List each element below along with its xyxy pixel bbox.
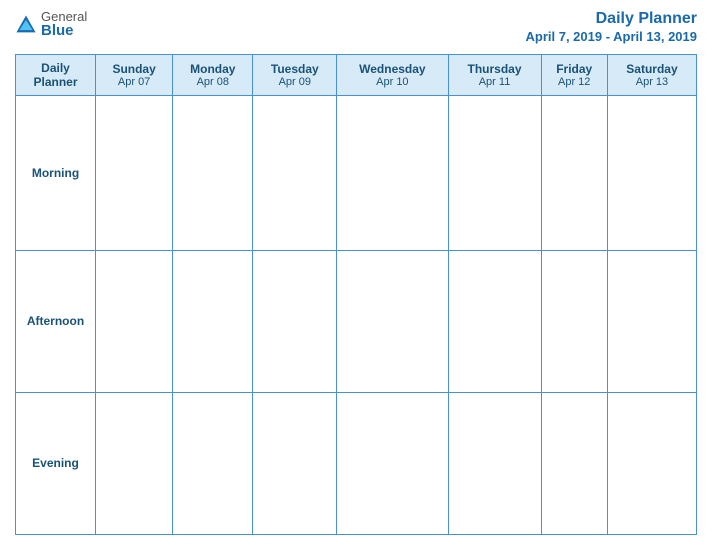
- monday-date: Apr 08: [177, 76, 248, 88]
- afternoon-sunday[interactable]: [96, 250, 173, 392]
- afternoon-saturday[interactable]: [607, 250, 696, 392]
- evening-row: Evening: [16, 392, 697, 534]
- evening-sunday[interactable]: [96, 392, 173, 534]
- sunday-date: Apr 07: [100, 76, 168, 88]
- page-title: Daily Planner: [596, 10, 697, 27]
- wednesday-date: Apr 10: [341, 76, 443, 88]
- afternoon-monday[interactable]: [173, 250, 253, 392]
- page-header: General Blue Daily Planner April 7, 2019…: [15, 10, 697, 46]
- evening-label: Evening: [16, 392, 96, 534]
- sunday-name: Sunday: [100, 62, 168, 76]
- morning-monday[interactable]: [173, 96, 253, 251]
- header-cell-friday: Friday Apr 12: [541, 55, 607, 96]
- afternoon-wednesday[interactable]: [337, 250, 448, 392]
- saturday-name: Saturday: [612, 62, 692, 76]
- saturday-date: Apr 13: [612, 76, 692, 88]
- header-cell-wednesday: Wednesday Apr 10: [337, 55, 448, 96]
- evening-wednesday[interactable]: [337, 392, 448, 534]
- morning-wednesday[interactable]: [337, 96, 448, 251]
- afternoon-label: Afternoon: [16, 250, 96, 392]
- evening-saturday[interactable]: [607, 392, 696, 534]
- morning-label: Morning: [16, 96, 96, 251]
- monday-name: Monday: [177, 62, 248, 76]
- date-range: April 7, 2019 - April 13, 2019: [526, 29, 698, 44]
- header-cell-monday: Monday Apr 08: [173, 55, 253, 96]
- evening-thursday[interactable]: [448, 392, 541, 534]
- header-cell-label: Daily Planner: [16, 55, 96, 96]
- friday-date: Apr 12: [546, 76, 603, 88]
- header-label-daily: Daily: [20, 61, 91, 75]
- evening-monday[interactable]: [173, 392, 253, 534]
- header-cell-tuesday: Tuesday Apr 09: [253, 55, 337, 96]
- afternoon-row: Afternoon: [16, 250, 697, 392]
- thursday-date: Apr 11: [453, 76, 537, 88]
- morning-saturday[interactable]: [607, 96, 696, 251]
- title-block: Daily Planner April 7, 2019 - April 13, …: [526, 10, 698, 46]
- header-cell-sunday: Sunday Apr 07: [96, 55, 173, 96]
- morning-thursday[interactable]: [448, 96, 541, 251]
- evening-tuesday[interactable]: [253, 392, 337, 534]
- tuesday-date: Apr 09: [257, 76, 332, 88]
- logo-blue-text: Blue: [41, 23, 87, 38]
- afternoon-friday[interactable]: [541, 250, 607, 392]
- morning-tuesday[interactable]: [253, 96, 337, 251]
- header-cell-saturday: Saturday Apr 13: [607, 55, 696, 96]
- morning-friday[interactable]: [541, 96, 607, 251]
- header-cell-thursday: Thursday Apr 11: [448, 55, 541, 96]
- calendar-table: Daily Planner Sunday Apr 07 Monday Apr 0…: [15, 54, 697, 535]
- header-label-planner: Planner: [20, 75, 91, 89]
- afternoon-thursday[interactable]: [448, 250, 541, 392]
- wednesday-name: Wednesday: [341, 62, 443, 76]
- tuesday-name: Tuesday: [257, 62, 332, 76]
- logo: General Blue: [15, 10, 87, 38]
- logo-icon: [15, 14, 37, 36]
- friday-name: Friday: [546, 62, 603, 76]
- afternoon-tuesday[interactable]: [253, 250, 337, 392]
- morning-sunday[interactable]: [96, 96, 173, 251]
- calendar-header-row: Daily Planner Sunday Apr 07 Monday Apr 0…: [16, 55, 697, 96]
- morning-row: Morning: [16, 96, 697, 251]
- thursday-name: Thursday: [453, 62, 537, 76]
- evening-friday[interactable]: [541, 392, 607, 534]
